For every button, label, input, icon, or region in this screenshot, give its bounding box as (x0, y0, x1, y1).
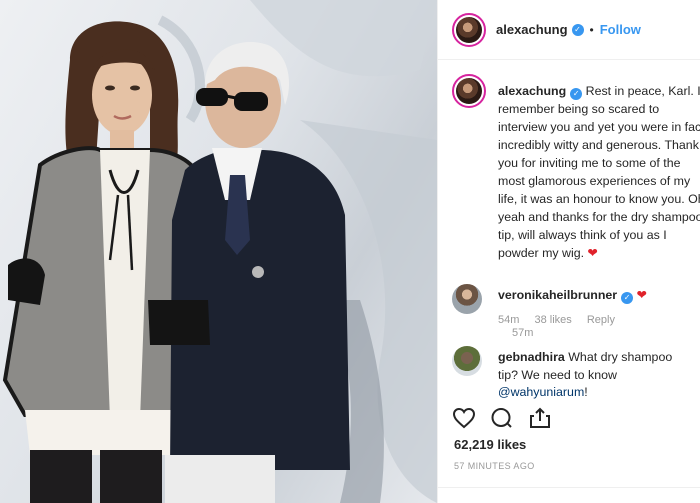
add-comment-area[interactable] (438, 487, 700, 503)
caption-author-avatar[interactable] (452, 74, 486, 108)
reply-button[interactable]: Reply (587, 314, 615, 326)
caption-line: yeah and thanks for the dry shampoo (498, 210, 700, 224)
author-avatar[interactable] (452, 12, 486, 47)
comment-timestamp[interactable]: 54m (498, 314, 519, 326)
caption-line: incredibly witty and generous. Thank (498, 138, 699, 152)
comment-likes[interactable]: 38 likes (534, 314, 571, 326)
heart-icon[interactable] (452, 407, 476, 429)
comment-icon[interactable] (490, 407, 514, 429)
comment-line: ! (584, 385, 588, 399)
verified-badge-icon: ✓ (570, 88, 583, 100)
commenter-username[interactable]: gebnadhira (498, 350, 565, 364)
caption-text: alexachung ✓ Rest in peace, Karl. I remem… (498, 82, 700, 262)
share-icon[interactable] (528, 407, 552, 429)
post-sidebar: alexachung ✓ • Follow alexachung ✓ Rest i… (437, 0, 700, 503)
comment-text: veronikaheilbrunner ✓ ❤ (498, 287, 700, 305)
caption-line: most glamorous experiences of my (498, 174, 691, 188)
post-timestamp: 57 MINUTES AGO (454, 461, 535, 471)
likes-count[interactable]: 62,219 likes (454, 437, 526, 452)
comment-meta: 54m 38 likes Reply (498, 314, 627, 326)
caption-line: life, it was an honour to know you. Oh (498, 192, 700, 206)
action-bar (452, 404, 566, 432)
commenter-avatar[interactable] (452, 346, 482, 376)
verified-badge-icon: ✓ (571, 23, 584, 36)
verified-badge-icon: ✓ (621, 292, 634, 304)
post-photo[interactable] (0, 0, 437, 503)
post-header: alexachung ✓ • Follow (438, 0, 700, 60)
follow-button[interactable]: Follow (600, 22, 641, 37)
separator: • (589, 22, 594, 37)
caption-line: Rest in peace, Karl. I (585, 84, 700, 98)
heart-emoji-icon: ❤ (587, 246, 598, 260)
photo-illustration (2, 0, 437, 503)
commenter-username[interactable]: veronikaheilbrunner (498, 288, 617, 302)
caption-line: powder my wig. (498, 246, 585, 260)
caption-line: interview you and yet you were in fact (498, 120, 700, 134)
caption-line: you for inviting me to some of the (498, 156, 681, 170)
comment-line: What dry shampoo (568, 350, 673, 364)
heart-emoji-icon: ❤ (636, 288, 647, 302)
caption-line: tip, will always think of you as I (498, 228, 667, 242)
caption-timestamp[interactable]: 57m (512, 327, 533, 339)
author-username[interactable]: alexachung (496, 22, 568, 37)
caption-username[interactable]: alexachung (498, 84, 566, 98)
comment-text: gebnadhira What dry shampoo tip? We need… (498, 349, 700, 402)
mention-link[interactable]: @wahyuniarum (498, 385, 584, 399)
caption-line: remember being so scared to (498, 102, 660, 116)
comment-line: tip? We need to know (498, 367, 617, 382)
commenter-avatar[interactable] (452, 284, 482, 314)
